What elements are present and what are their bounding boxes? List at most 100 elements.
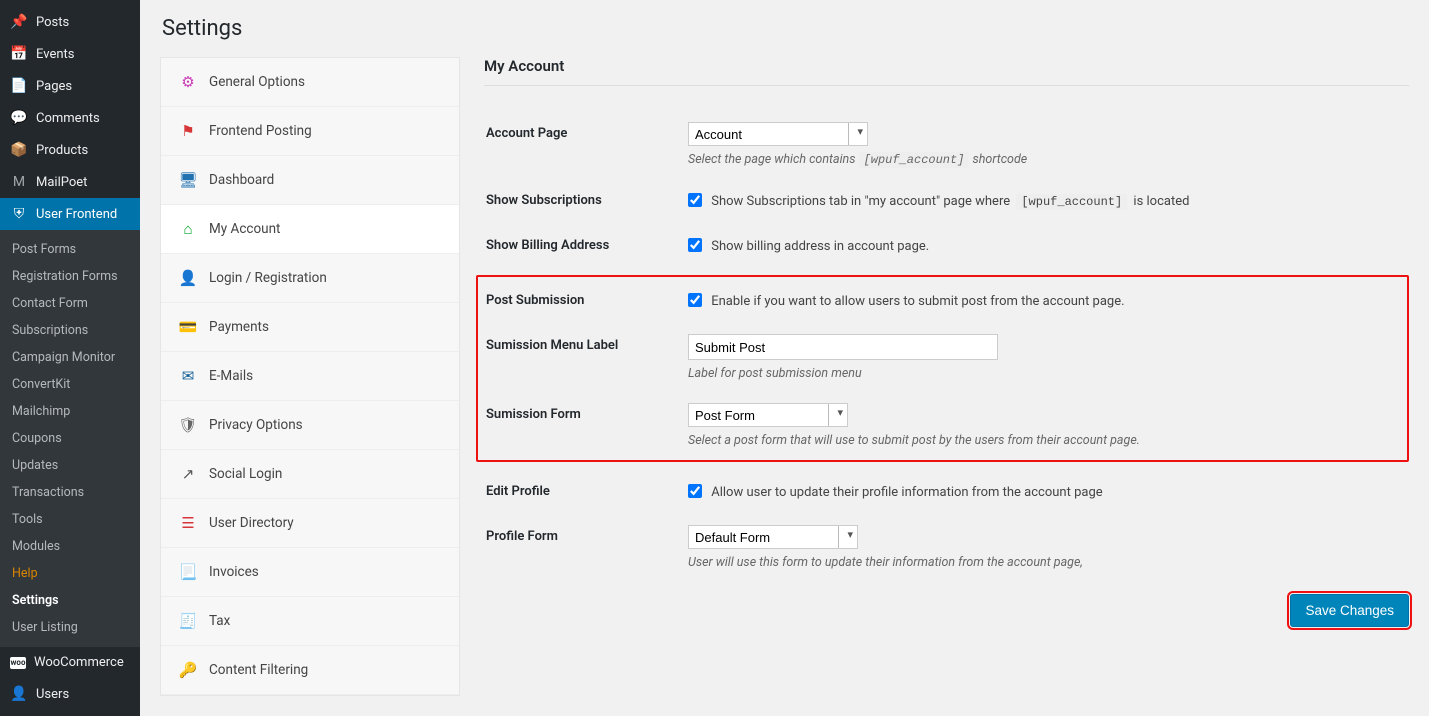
show-subscriptions-checkbox[interactable] bbox=[688, 193, 702, 207]
admin-submenu-modules[interactable]: Modules bbox=[0, 533, 140, 560]
panel-title: My Account bbox=[484, 57, 1409, 86]
settings-tab-content-filtering[interactable]: 🔑Content Filtering bbox=[161, 646, 459, 695]
settings-tab-tax[interactable]: 🧾 Tax bbox=[161, 597, 459, 646]
account-page-select[interactable]: Account bbox=[688, 122, 868, 146]
admin-menu-label: Events bbox=[36, 47, 74, 62]
admin-menu-label: Comments bbox=[36, 111, 100, 126]
admin-submenu-help[interactable]: Help bbox=[0, 560, 140, 587]
menu-icon: 👤 bbox=[10, 686, 28, 702]
settings-tab-invoices[interactable]: 📃 Invoices bbox=[161, 548, 459, 597]
tab-icon: 📃 bbox=[177, 563, 199, 581]
settings-tab-general-options[interactable]: ⚙General Options bbox=[161, 58, 459, 107]
menu-icon: 📅 bbox=[10, 46, 28, 62]
profile-form-label: Profile Form bbox=[486, 515, 686, 580]
admin-submenu-campaign-monitor[interactable]: Campaign Monitor bbox=[0, 344, 140, 371]
menu-icon: M bbox=[10, 174, 28, 190]
edit-profile-label: Edit Profile bbox=[486, 470, 686, 513]
admin-submenu-settings[interactable]: Settings bbox=[0, 587, 140, 614]
admin-menu-label: Pages bbox=[36, 79, 72, 94]
admin-menu-woocommerce[interactable]: wooWooCommerce bbox=[0, 647, 140, 678]
admin-menu-label: Users bbox=[36, 687, 69, 702]
settings-tab-user-directory[interactable]: ☰ User Directory bbox=[161, 499, 459, 548]
settings-panel: My Account Account Page Account Select t… bbox=[484, 57, 1409, 627]
settings-tab-label: Frontend Posting bbox=[209, 123, 312, 139]
settings-tab-label: Tax bbox=[209, 613, 230, 629]
admin-submenu-transactions[interactable]: Transactions bbox=[0, 479, 140, 506]
settings-tab-dashboard[interactable]: 🖥 Dashboard bbox=[161, 156, 459, 205]
user-frontend-icon: ⛨ bbox=[10, 206, 28, 222]
admin-submenu-registration-forms[interactable]: Registration Forms bbox=[0, 263, 140, 290]
menu-icon: 📦 bbox=[10, 142, 28, 158]
tab-icon: 🖥 bbox=[177, 171, 199, 189]
settings-tab-my-account[interactable]: ⌂ My Account bbox=[161, 205, 459, 254]
submission-menu-label-input[interactable] bbox=[688, 334, 998, 360]
post-submission-highlight: Post Submission Enable if you want to al… bbox=[476, 275, 1409, 462]
show-billing-checkbox[interactable] bbox=[688, 238, 702, 252]
save-changes-button[interactable]: Save Changes bbox=[1290, 594, 1409, 627]
settings-tab-social-login[interactable]: ↗Social Login bbox=[161, 450, 459, 499]
submission-form-select[interactable]: Post Form bbox=[688, 403, 848, 427]
admin-menu-comments[interactable]: 💬 Comments bbox=[0, 102, 140, 134]
admin-submenu-tools[interactable]: Tools bbox=[0, 506, 140, 533]
admin-submenu-coupons[interactable]: Coupons bbox=[0, 425, 140, 452]
show-subscriptions-label: Show Subscriptions bbox=[486, 179, 686, 222]
settings-tab-label: E-Mails bbox=[209, 368, 253, 384]
tab-icon: ⌂ bbox=[177, 220, 199, 238]
admin-submenu-post-forms[interactable]: Post Forms bbox=[0, 236, 140, 263]
edit-profile-checkbox[interactable] bbox=[688, 484, 702, 498]
post-submission-text: Enable if you want to allow users to sub… bbox=[711, 294, 1124, 309]
settings-tab-label: My Account bbox=[209, 221, 280, 237]
admin-menu-label: Posts bbox=[36, 15, 69, 30]
post-submission-checkbox[interactable] bbox=[688, 293, 702, 307]
submission-form-label: Sumission Form bbox=[486, 393, 686, 458]
settings-tabs: ⚙General Options⚑Frontend Posting 🖥 Dashbo… bbox=[160, 57, 460, 696]
show-billing-label: Show Billing Address bbox=[486, 224, 686, 267]
settings-tab-label: Privacy Options bbox=[209, 417, 303, 433]
admin-submenu-convertkit[interactable]: ConvertKit bbox=[0, 371, 140, 398]
tab-icon: ↗ bbox=[177, 465, 199, 483]
settings-tab-e-mails[interactable]: ✉E-Mails bbox=[161, 352, 459, 401]
settings-tab-label: User Directory bbox=[209, 515, 294, 531]
settings-tab-privacy-options[interactable]: 🛡 Privacy Options bbox=[161, 401, 459, 450]
tab-icon: 🧾 bbox=[177, 612, 199, 630]
settings-tab-label: Invoices bbox=[209, 564, 259, 580]
submission-form-desc: Select a post form that will use to subm… bbox=[688, 433, 1399, 448]
account-page-label: Account Page bbox=[486, 112, 686, 177]
submission-menu-label-label: Sumission Menu Label bbox=[486, 324, 686, 391]
admin-menu-mailpoet[interactable]: M MailPoet bbox=[0, 166, 140, 198]
settings-tab-label: Dashboard bbox=[209, 172, 274, 188]
admin-submenu-mailchimp[interactable]: Mailchimp bbox=[0, 398, 140, 425]
tab-icon: ⚙ bbox=[177, 73, 199, 91]
admin-sidebar: 📌 Posts 📅 Events 📄 Pages 💬 Comments 📦 Products M Ma… bbox=[0, 0, 140, 716]
admin-submenu-user-listing[interactable]: User Listing bbox=[0, 614, 140, 641]
admin-menu-label: MailPoet bbox=[36, 175, 87, 190]
menu-icon: 📌 bbox=[10, 14, 28, 30]
admin-menu-label: Products bbox=[36, 143, 88, 158]
settings-tab-label: Login / Registration bbox=[209, 270, 327, 286]
admin-submenu-contact-form[interactable]: Contact Form bbox=[0, 290, 140, 317]
tab-icon: 🔑 bbox=[177, 661, 199, 679]
profile-form-select[interactable]: Default Form bbox=[688, 525, 858, 549]
menu-icon: 💬 bbox=[10, 110, 28, 126]
tab-icon: ☰ bbox=[177, 514, 199, 532]
admin-menu-posts[interactable]: 📌 Posts bbox=[0, 6, 140, 38]
admin-menu-user-frontend[interactable]: ⛨ User Frontend bbox=[0, 198, 140, 230]
profile-form-desc: User will use this form to update their … bbox=[688, 555, 1407, 570]
settings-tab-label: Payments bbox=[209, 319, 269, 335]
admin-menu-events[interactable]: 📅 Events bbox=[0, 38, 140, 70]
settings-tab-login-registration[interactable]: 👤Login / Registration bbox=[161, 254, 459, 303]
admin-menu-pages[interactable]: 📄 Pages bbox=[0, 70, 140, 102]
settings-tab-frontend-posting[interactable]: ⚑Frontend Posting bbox=[161, 107, 459, 156]
tab-icon: 🛡 bbox=[177, 416, 199, 434]
menu-icon: 📄 bbox=[10, 78, 28, 94]
admin-submenu: Post FormsRegistration FormsContact Form… bbox=[0, 230, 140, 647]
admin-menu-label: User Frontend bbox=[36, 207, 117, 222]
settings-tab-payments[interactable]: 💳Payments bbox=[161, 303, 459, 352]
show-billing-text: Show billing address in account page. bbox=[711, 239, 929, 254]
admin-menu-users[interactable]: 👤 Users bbox=[0, 678, 140, 710]
admin-submenu-subscriptions[interactable]: Subscriptions bbox=[0, 317, 140, 344]
main-content: Settings ⚙General Options⚑Frontend Posti… bbox=[140, 0, 1429, 716]
admin-menu-products[interactable]: 📦 Products bbox=[0, 134, 140, 166]
admin-submenu-updates[interactable]: Updates bbox=[0, 452, 140, 479]
submission-menu-label-desc: Label for post submission menu bbox=[688, 366, 1399, 381]
